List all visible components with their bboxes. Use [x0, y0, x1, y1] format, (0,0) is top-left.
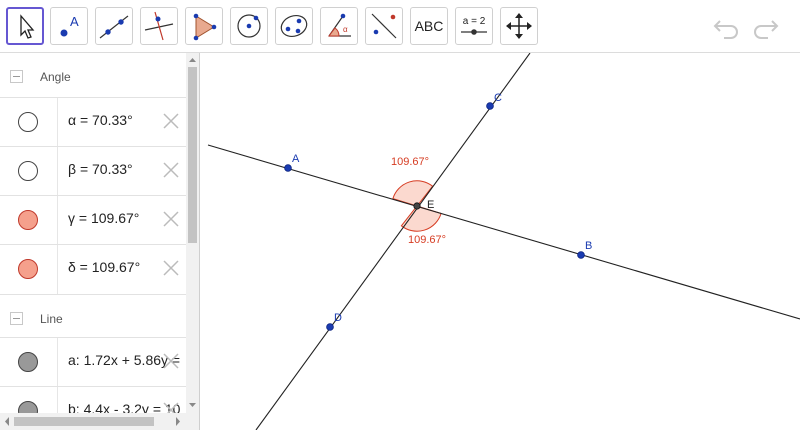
delete-x-icon[interactable] [161, 111, 181, 131]
perpendicular-line-icon [144, 11, 174, 41]
point-e[interactable] [413, 202, 421, 210]
ellipse-tool-button[interactable] [275, 7, 313, 45]
group-label: Angle [40, 70, 71, 84]
geometry-canvas[interactable]: A B C D E 109.67° 109.67° [200, 53, 800, 430]
scroll-down-icon[interactable] [186, 399, 199, 411]
perpendicular-line-tool-button[interactable] [140, 7, 178, 45]
circle-with-center-icon [237, 14, 261, 38]
point-label-c: C [494, 92, 502, 104]
divider [57, 98, 58, 147]
point-icon: A [60, 14, 79, 37]
algebra-row[interactable]: β = 70.33° [0, 146, 186, 196]
line-tool-button[interactable] [95, 7, 133, 45]
algebra-row-text[interactable]: γ = 109.67° [68, 210, 139, 226]
algebra-row-text[interactable]: β = 70.33° [68, 161, 133, 177]
visibility-toggle[interactable] [18, 161, 38, 181]
slider-icon: a = 2 [461, 16, 487, 35]
point-label-e: E [427, 199, 434, 211]
algebra-row-text[interactable]: α = 70.33° [68, 112, 133, 128]
delete-x-icon[interactable] [161, 160, 181, 180]
visibility-toggle[interactable] [18, 210, 38, 230]
reflect-about-line-icon [371, 13, 397, 39]
delete-x-icon[interactable] [161, 209, 181, 229]
undo-icon[interactable] [712, 13, 742, 39]
line-a[interactable] [207, 144, 800, 320]
algebra-row[interactable]: a: 1.72x + 5.86y = [0, 337, 186, 387]
angle-label-gamma: 109.67° [391, 156, 429, 168]
scroll-up-icon[interactable] [186, 54, 199, 66]
point-d[interactable] [326, 323, 334, 331]
delete-x-icon[interactable] [161, 351, 181, 371]
group-label: Line [40, 312, 63, 326]
line-through-points-icon [99, 15, 129, 39]
visibility-toggle[interactable] [18, 112, 38, 132]
cursor-arrow-icon [20, 14, 35, 39]
scrollbar-thumb[interactable] [188, 67, 197, 243]
slider-tool-label: a = 2 [463, 16, 486, 27]
redo-icon[interactable] [750, 13, 780, 39]
algebra-row[interactable]: α = 70.33° [0, 97, 186, 147]
angle-tool-button[interactable]: α [320, 7, 358, 45]
algebra-row[interactable]: δ = 109.67° [0, 244, 186, 294]
move-arrows-icon [506, 13, 532, 39]
ellipse-icon [280, 15, 308, 37]
reflect-tool-button[interactable] [365, 7, 403, 45]
horizontal-scrollbar[interactable] [0, 413, 199, 430]
collapse-minus-icon[interactable] [10, 312, 23, 325]
svg-text:α: α [343, 25, 348, 34]
divider [57, 196, 58, 245]
circle-tool-button[interactable] [230, 7, 268, 45]
divider [57, 245, 58, 294]
point-c[interactable] [486, 102, 494, 110]
point-label-a: A [292, 153, 300, 165]
point-b[interactable] [577, 251, 585, 259]
toolbar: A α ABC a = 2 [0, 0, 800, 53]
polygon-icon [193, 13, 217, 41]
svg-text:A: A [70, 14, 79, 29]
visibility-toggle[interactable] [18, 259, 38, 279]
scroll-left-icon[interactable] [1, 413, 13, 430]
point-tool-button[interactable]: A [50, 7, 88, 45]
angle-label-delta: 109.67° [408, 234, 446, 246]
point-label-d: D [334, 312, 342, 324]
group-header-line[interactable]: Line [0, 294, 186, 341]
divider [57, 338, 58, 387]
angle-icon: α [328, 13, 351, 37]
divider [57, 147, 58, 196]
algebra-row[interactable]: γ = 109.67° [0, 195, 186, 245]
point-a[interactable] [284, 164, 292, 172]
group-header-angle[interactable]: Angle [0, 53, 186, 99]
scrollbar-thumb[interactable] [14, 417, 154, 426]
algebra-row-text[interactable]: δ = 109.67° [68, 259, 140, 275]
algebra-view: Angle α = 70.33° β = 70.33° γ = 109.67° … [0, 53, 200, 430]
slider-tool-button[interactable]: a = 2 [455, 7, 493, 45]
angle-sector-delta[interactable] [400, 205, 442, 232]
visibility-toggle[interactable] [18, 352, 38, 372]
move-tool-button[interactable] [6, 7, 44, 45]
delete-x-icon[interactable] [161, 258, 181, 278]
polygon-tool-button[interactable] [185, 7, 223, 45]
vertical-scrollbar[interactable] [186, 53, 199, 413]
collapse-minus-icon[interactable] [10, 70, 23, 83]
text-tool-button[interactable]: ABC [410, 7, 448, 45]
text-tool-label: ABC [414, 18, 444, 34]
point-label-b: B [585, 240, 592, 252]
scroll-right-icon[interactable] [172, 413, 184, 430]
move-graphics-view-button[interactable] [500, 7, 538, 45]
graphics-view[interactable]: A B C D E 109.67° 109.67° [200, 53, 800, 430]
